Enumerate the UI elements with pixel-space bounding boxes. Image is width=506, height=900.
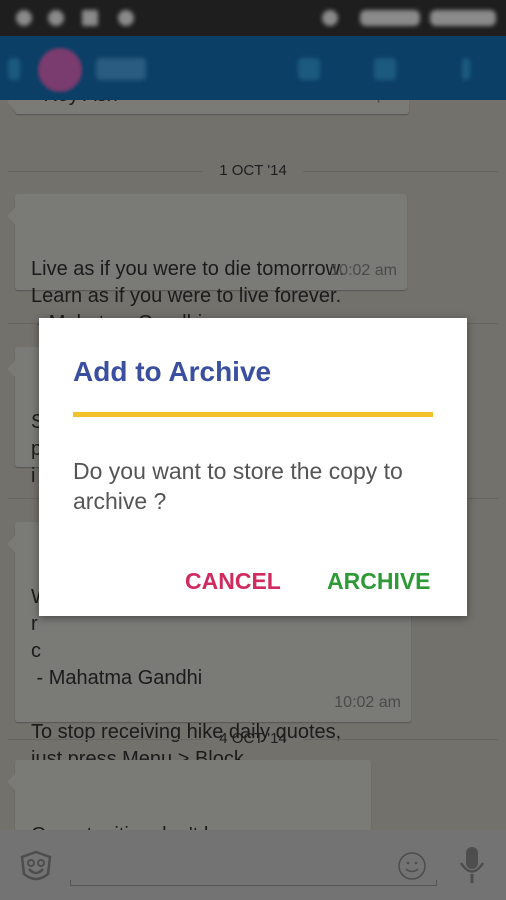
chat-header bbox=[0, 36, 506, 100]
attach-icon[interactable] bbox=[374, 58, 396, 80]
date-separator: 1 OCT '14 bbox=[0, 162, 506, 179]
message-bubble[interactable]: - Roy Ash 1:06 pm bbox=[7, 100, 409, 114]
back-arrow-icon[interactable] bbox=[8, 58, 20, 80]
archive-dialog: Add to Archive Do you want to store the … bbox=[39, 318, 467, 616]
archive-button[interactable]: ARCHIVE bbox=[327, 568, 431, 595]
notification-icon bbox=[16, 10, 32, 26]
compose-bar bbox=[0, 830, 506, 900]
message-bubble[interactable]: Live as if you were to die tomorrow. Lea… bbox=[7, 194, 407, 334]
overflow-menu-icon[interactable] bbox=[462, 58, 470, 80]
microphone-icon[interactable] bbox=[458, 846, 486, 884]
smiley-icon[interactable] bbox=[397, 851, 427, 881]
signal-icon bbox=[360, 10, 420, 26]
clock bbox=[430, 10, 496, 26]
status-bar bbox=[0, 0, 506, 36]
date-separator: 4 OCT '14 bbox=[0, 730, 506, 747]
hike-sticker-icon[interactable] bbox=[20, 850, 52, 884]
notification-icon bbox=[82, 10, 98, 26]
notification-icon bbox=[48, 10, 64, 26]
message-bubble[interactable]: Opportunities don't happen, you create t… bbox=[7, 760, 371, 830]
bulb-icon bbox=[322, 10, 338, 26]
message-input[interactable] bbox=[70, 880, 437, 886]
dialog-message: Do you want to store the copy to archive… bbox=[73, 458, 403, 514]
dialog-title: Add to Archive bbox=[73, 356, 272, 387]
contact-name[interactable] bbox=[96, 58, 146, 80]
notification-icon bbox=[118, 10, 134, 26]
avatar[interactable] bbox=[38, 48, 82, 92]
call-icon[interactable] bbox=[298, 58, 320, 80]
cancel-button[interactable]: CANCEL bbox=[185, 568, 281, 595]
title-divider bbox=[73, 412, 433, 417]
